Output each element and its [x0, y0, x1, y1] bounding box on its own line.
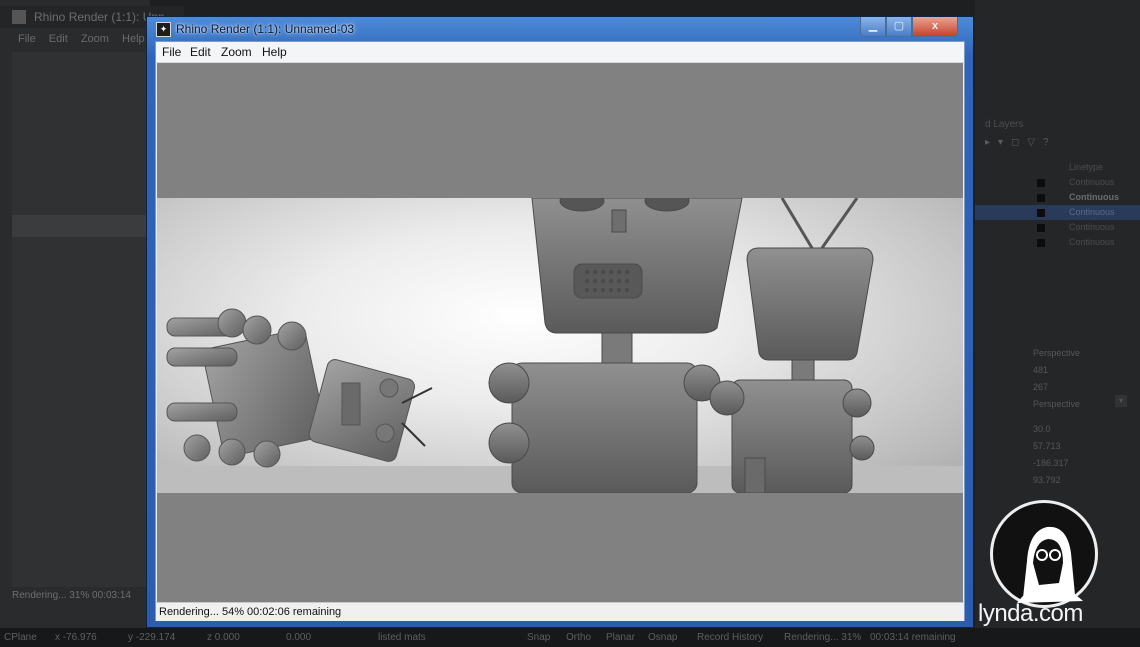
status-bar: Rendering... 54% 00:02:06 remaining [156, 602, 964, 621]
dropdown-arrow-icon: ▾ [1115, 395, 1127, 407]
maximize-button[interactable]: ▢ [886, 17, 912, 37]
layer-row: Continuous [975, 175, 1140, 190]
status-remaining: 00:03:14 remaining [870, 632, 956, 643]
status-record-history: Record History [697, 632, 764, 643]
background-menu-zoom: Zoom [80, 33, 109, 45]
lynda-logo-icon [990, 500, 1098, 608]
prop-value: 57.713 [1033, 441, 1061, 451]
prop-value: 30.0 [1033, 424, 1051, 434]
menu-bar: File Edit Zoom Help [156, 42, 964, 63]
status-ortho: Ortho [566, 632, 592, 643]
render-viewport[interactable] [157, 63, 963, 602]
status-cplane: CPlane [4, 632, 37, 643]
properties-list: Perspective 481 267 Perspective 30.0 57.… [1033, 345, 1133, 489]
layers-list: Linetype Continuous Continuous Continuou… [975, 160, 1140, 250]
layer-row: Continuous [975, 190, 1140, 205]
prop-value: -186.317 [1033, 458, 1069, 468]
title-bar[interactable]: ✦ Rhino Render (1:1): Unnamed-03 [147, 17, 973, 42]
render-window: ✦ Rhino Render (1:1): Unnamed-03 ▁ ▢ x F… [146, 16, 974, 628]
fallen-robot-shape [166, 308, 416, 468]
prop-value: 267 [1033, 382, 1049, 392]
layer-row-selected: Continuous [975, 205, 1140, 220]
lynda-portrait-icon [1017, 526, 1083, 603]
prop-value: Perspective [1033, 348, 1081, 358]
background-render-window: Rhino Render (1:1): Unn File Edit Zoom H… [0, 0, 184, 630]
menu-help[interactable]: Help [262, 45, 287, 59]
status-snap: Snap [527, 632, 551, 643]
menu-edit[interactable]: Edit [190, 45, 211, 59]
background-menu-help: Help [122, 33, 145, 45]
prop-value: 93.792 [1033, 475, 1061, 485]
minimize-button[interactable]: ▁ [860, 17, 886, 37]
status-osnap: Osnap [648, 632, 678, 643]
lynda-brand-text: lynda.com [978, 600, 1083, 627]
layers-header: d Layers [985, 119, 1024, 130]
window-client: File Edit Zoom Help Rendering... 54% 00:… [155, 41, 965, 621]
status-x: x -76.976 [55, 632, 97, 643]
background-status: Rendering... 31% 00:03:14 [12, 590, 131, 601]
prop-value: 481 [1033, 365, 1049, 375]
status-z: z 0.000 [207, 632, 240, 643]
layer-row: Continuous [975, 220, 1140, 235]
layers-column-header: Linetype [1069, 162, 1104, 172]
background-statusbar: CPlane x -76.976 y -229.174 z 0.000 0.00… [0, 628, 1140, 647]
rendered-image [157, 198, 963, 493]
status-planar: Planar [606, 632, 635, 643]
tall-robot-shape [488, 198, 743, 493]
menu-file[interactable]: File [162, 45, 181, 59]
layers-toolbar: ▸▾◻▽? [985, 137, 1057, 148]
menu-zoom[interactable]: Zoom [221, 45, 252, 59]
background-viewport-strip [12, 215, 148, 237]
status-rendering: Rendering... 31% [784, 632, 862, 643]
robots-render-illustration [157, 198, 963, 493]
status-value: 0.000 [286, 632, 312, 643]
rhino-app-icon[interactable]: ✦ [156, 22, 171, 37]
window-title: Rhino Render (1:1): Unnamed-03 [176, 22, 355, 36]
render-remaining-text: 00:02:06 remaining [247, 606, 342, 618]
background-menu-file: File [18, 33, 36, 45]
layer-row: Continuous [975, 235, 1140, 250]
background-viewport [12, 52, 148, 587]
render-progress-text: Rendering... 54% [159, 606, 244, 618]
background-menu-edit: Edit [48, 33, 68, 45]
close-button[interactable]: x [912, 17, 958, 37]
small-robot-shape [709, 247, 875, 493]
rhino-logo-icon [12, 10, 26, 24]
status-layer: listed mats [378, 632, 426, 643]
status-y: y -229.174 [128, 632, 176, 643]
background-menu: File Edit Zoom Help [0, 30, 168, 48]
